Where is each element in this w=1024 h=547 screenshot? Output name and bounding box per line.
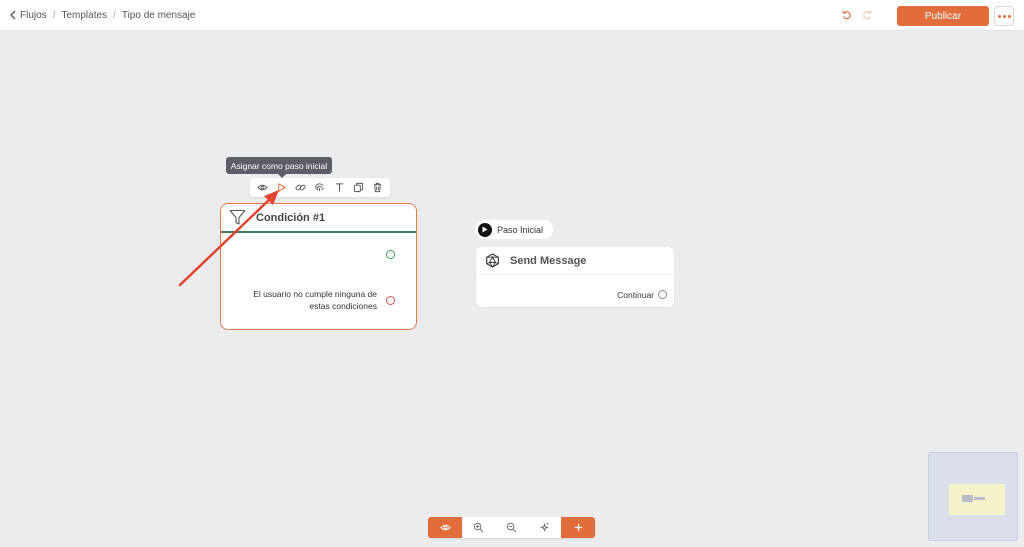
duplicate-button[interactable] [352,182,364,194]
identifier-button[interactable] [314,182,326,194]
continue-label: Continuar [617,290,654,300]
condition-node-title: Condición #1 [256,211,326,224]
fit-view-button[interactable] [528,517,561,538]
add-icon [574,523,582,532]
message-node-icon [486,253,499,268]
canvas-controls [428,517,595,538]
condition-else-line: El usuario no cumple ninguna de [253,289,377,299]
zoom-out-button[interactable] [495,517,528,538]
set-start-step-button[interactable] [276,182,288,194]
breadcrumb-flujos[interactable]: Flujos [20,10,47,21]
zoom-out-icon [506,522,517,533]
toggle-view-button[interactable] [428,517,462,538]
minimap[interactable] [928,452,1018,541]
breadcrumb-separator: / [52,9,56,21]
breadcrumb-templates[interactable]: Templates [61,10,107,21]
condition-else-handle[interactable] [386,296,395,305]
copy-icon [353,182,363,193]
send-message-header: Send Message [476,247,674,275]
text-icon [335,183,343,192]
zoom-in-icon [473,522,484,533]
continue-handle[interactable] [658,290,667,299]
condition-node[interactable]: Condición #1 El usuario no cumple ningun… [220,203,417,330]
more-options-button[interactable] [994,6,1014,26]
fit-view-icon [540,522,549,532]
delete-button[interactable] [371,182,383,194]
redo-icon[interactable] [861,9,873,21]
top-bar: Flujos / Templates / Tipo de mensaje Pub… [0,0,1024,31]
eye-icon [257,184,268,191]
send-message-title: Send Message [510,254,587,267]
condition-node-header: Condición #1 [221,204,416,233]
publish-button[interactable]: Publicar [897,6,989,26]
send-message-node[interactable]: Send Message Continuar [476,247,674,307]
link-button[interactable] [295,182,307,194]
breadcrumb-tipo-de-mensaje: Tipo de mensaje [121,9,196,21]
condition-true-handle[interactable] [386,250,395,259]
eye-icon [439,524,451,531]
history-controls [841,9,873,21]
play-circle-icon [478,222,492,237]
fingerprint-icon [315,183,325,192]
breadcrumb: Flujos / Templates / Tipo de mensaje [8,9,195,21]
link-icon [295,184,306,191]
preview-button[interactable] [257,182,269,194]
more-dot-icon [997,14,1001,18]
condition-else-line: estas condiciones [309,301,377,311]
start-step-label: Paso Inicial [497,224,544,235]
text-button[interactable] [333,182,345,194]
trash-icon [373,182,382,193]
minimap-node [962,495,973,502]
more-dot-icon [1007,14,1011,18]
minimap-node [974,497,985,500]
start-step-badge: Paso Inicial [475,220,553,239]
undo-icon[interactable] [841,9,853,21]
node-toolbar [250,178,390,197]
filter-icon [229,209,246,225]
breadcrumb-separator: / [113,9,116,21]
play-icon [278,183,286,192]
tooltip: Asignar como paso inicial [226,157,332,178]
more-dot-icon [1002,14,1006,18]
zoom-in-button[interactable] [462,517,495,538]
condition-else-label: El usuario no cumple ninguna de estas co… [221,288,377,312]
chevron-left-icon[interactable] [8,9,18,21]
add-node-button[interactable] [561,517,595,538]
